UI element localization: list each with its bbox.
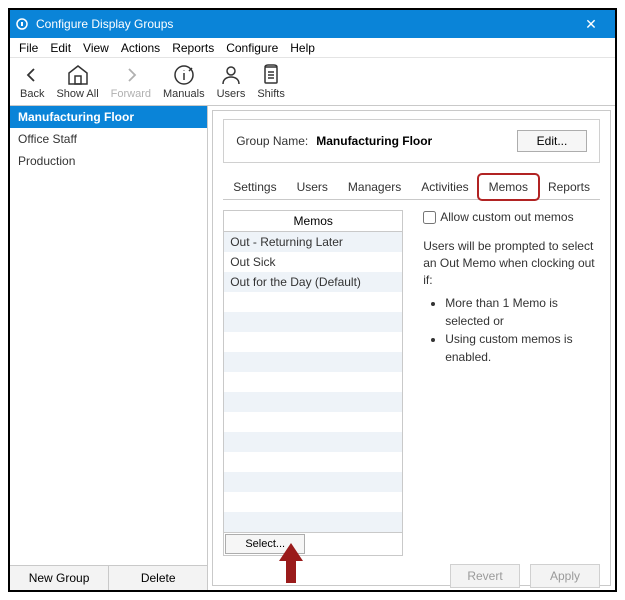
users-button[interactable]: Users [211, 61, 252, 102]
memo-row-empty [224, 512, 402, 532]
document-icon [259, 63, 283, 87]
app-icon [14, 16, 30, 32]
memo-row-empty [224, 492, 402, 512]
toolbar: Back Show All Forward Manuals Users Shif… [10, 58, 615, 106]
select-row: Select... [224, 532, 402, 555]
menu-edit[interactable]: Edit [45, 39, 76, 57]
tab-body: Memos Out - Returning Later Out Sick Out… [223, 200, 600, 556]
memo-row[interactable]: Out Sick [224, 252, 402, 272]
memos-panel: Memos Out - Returning Later Out Sick Out… [223, 210, 403, 556]
memo-row-empty [224, 432, 402, 452]
select-button[interactable]: Select... [225, 534, 305, 554]
sidebar-item-manufacturing[interactable]: Manufacturing Floor [10, 106, 207, 128]
manuals-button[interactable]: Manuals [157, 61, 211, 102]
group-name-value: Manufacturing Floor [316, 134, 517, 148]
sidebar-actions: New Group Delete [10, 565, 207, 590]
info-icon [172, 63, 196, 87]
delete-group-button[interactable]: Delete [109, 566, 207, 590]
showall-button[interactable]: Show All [50, 61, 104, 102]
tab-memos[interactable]: Memos [479, 175, 538, 199]
memo-row-empty [224, 292, 402, 312]
menu-configure[interactable]: Configure [221, 39, 283, 57]
work-area: Manufacturing Floor Office Staff Product… [10, 106, 615, 590]
group-name-label: Group Name: [236, 134, 308, 148]
menu-help[interactable]: Help [285, 39, 320, 57]
bullet-item: More than 1 Memo is selected or [445, 294, 600, 330]
app-window: Configure Display Groups ✕ File Edit Vie… [8, 8, 617, 592]
chevron-left-icon [20, 63, 44, 87]
tab-activities[interactable]: Activities [411, 175, 478, 199]
group-list[interactable]: Manufacturing Floor Office Staff Product… [10, 106, 207, 565]
prompt-text: Users will be prompted to select an Out … [423, 238, 600, 288]
forward-button: Forward [105, 61, 157, 102]
allow-custom-label: Allow custom out memos [440, 210, 573, 224]
apply-button: Apply [530, 564, 600, 588]
title-bar: Configure Display Groups ✕ [10, 10, 615, 38]
tab-reports[interactable]: Reports [538, 175, 600, 199]
content-panel: Group Name: Manufacturing Floor Edit... … [212, 110, 611, 586]
group-name-row: Group Name: Manufacturing Floor Edit... [223, 119, 600, 163]
window-title: Configure Display Groups [36, 17, 571, 31]
memo-row-empty [224, 372, 402, 392]
tab-users[interactable]: Users [287, 175, 338, 199]
revert-button: Revert [450, 564, 520, 588]
sidebar: Manufacturing Floor Office Staff Product… [10, 106, 208, 590]
memo-row-empty [224, 392, 402, 412]
new-group-button[interactable]: New Group [10, 566, 109, 590]
memo-row[interactable]: Out for the Day (Default) [224, 272, 402, 292]
footer-buttons: Revert Apply [223, 556, 600, 588]
close-button[interactable]: ✕ [571, 16, 611, 33]
prompt-bullets: More than 1 Memo is selected or Using cu… [423, 294, 600, 366]
menu-view[interactable]: View [78, 39, 114, 57]
chevron-right-icon [119, 63, 143, 87]
sidebar-item-production[interactable]: Production [10, 150, 207, 172]
memos-list[interactable]: Out - Returning Later Out Sick Out for t… [224, 232, 402, 532]
back-button[interactable]: Back [14, 61, 50, 102]
tab-bar: Settings Users Managers Activities Memos… [223, 175, 600, 200]
menu-file[interactable]: File [14, 39, 43, 57]
memos-header: Memos [224, 211, 402, 232]
allow-custom-checkbox[interactable] [423, 211, 436, 224]
allow-custom-row: Allow custom out memos [423, 210, 600, 224]
home-icon [66, 63, 90, 87]
bullet-item: Using custom memos is enabled. [445, 330, 600, 366]
tab-managers[interactable]: Managers [338, 175, 411, 199]
menu-reports[interactable]: Reports [167, 39, 219, 57]
menu-actions[interactable]: Actions [116, 39, 165, 57]
memo-row-empty [224, 412, 402, 432]
memo-row[interactable]: Out - Returning Later [224, 232, 402, 252]
shifts-button[interactable]: Shifts [251, 61, 291, 102]
sidebar-item-office[interactable]: Office Staff [10, 128, 207, 150]
memo-row-empty [224, 472, 402, 492]
memos-info: Allow custom out memos Users will be pro… [423, 210, 600, 556]
memo-row-empty [224, 312, 402, 332]
memo-row-empty [224, 352, 402, 372]
memo-row-empty [224, 332, 402, 352]
menu-bar: File Edit View Actions Reports Configure… [10, 38, 615, 58]
user-icon [219, 63, 243, 87]
tab-settings[interactable]: Settings [223, 175, 286, 199]
memo-row-empty [224, 452, 402, 472]
edit-button[interactable]: Edit... [517, 130, 587, 152]
